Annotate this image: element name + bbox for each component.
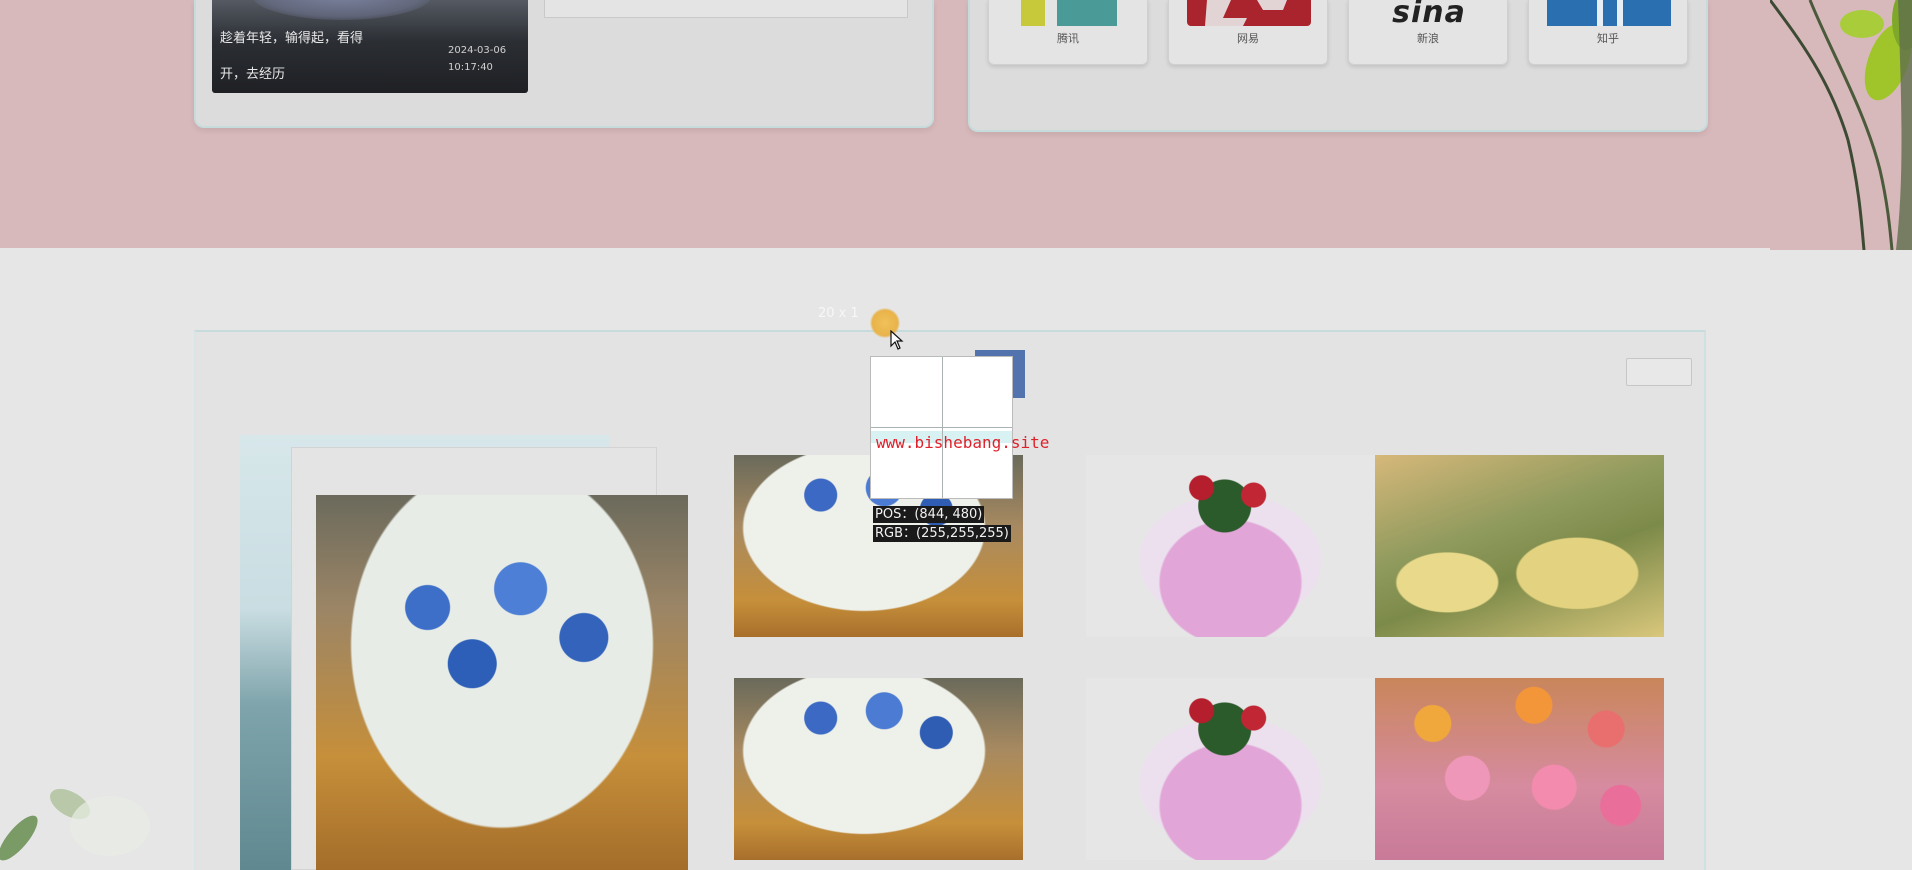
zhihu-logo-icon	[1547, 0, 1671, 26]
leaf-decoration-icon	[0, 788, 150, 861]
picker-position-readout: POS：(844, 480)	[873, 506, 985, 523]
news-card[interactable]: 趁着年轻，输得起，看得 开，去经历 2024-03-06 10:17:40	[212, 0, 528, 93]
featured-image-stack[interactable]	[240, 435, 698, 870]
partner-link-tencent[interactable]: 腾讯	[988, 0, 1148, 65]
featured-image-blue-bouquet[interactable]	[316, 495, 688, 870]
netease-mark-icon	[1205, 0, 1287, 26]
picker-rgb-readout: RGB：(255,255,255)	[873, 525, 1011, 542]
news-image	[252, 0, 432, 20]
product-thumbnail[interactable]	[1375, 678, 1664, 860]
vine-decoration-icon	[1770, 0, 1912, 250]
picker-size-label: 20 x 1	[818, 306, 859, 321]
rgb-value: (255,255,255)	[916, 526, 1009, 541]
watermark-text: www.bishebang.site	[876, 433, 1050, 452]
partner-links-panel: 腾讯 网易 sina 新浪 知乎	[968, 0, 1708, 132]
zhihu-mark-icon	[1597, 0, 1623, 26]
partner-name: 新浪	[1417, 32, 1439, 45]
netease-logo-icon	[1187, 0, 1311, 26]
news-date-day: 2024-03-06	[448, 45, 507, 56]
more-button[interactable]	[1626, 358, 1692, 386]
sina-logo-icon: sina	[1392, 0, 1466, 30]
news-panel: 趁着年轻，输得起，看得 开，去经历 2024-03-06 10:17:40	[194, 0, 934, 128]
product-thumbnail[interactable]	[1375, 455, 1664, 637]
partner-link-zhihu[interactable]: 知乎	[1528, 0, 1688, 65]
news-title[interactable]: 趁着年轻，输得起，看得 开，去经历	[220, 30, 440, 84]
pos-value: (844, 480)	[914, 507, 983, 522]
color-picker-magnifier	[870, 356, 1013, 499]
partner-name: 网易	[1237, 32, 1259, 45]
partner-link-sina[interactable]: sina 新浪	[1348, 0, 1508, 65]
news-date: 2024-03-06 10:17:40	[448, 42, 520, 76]
partner-name: 知乎	[1597, 32, 1619, 45]
partner-link-netease[interactable]: 网易	[1168, 0, 1328, 65]
pos-label: POS：	[875, 507, 915, 522]
product-thumbnail[interactable]	[1086, 455, 1375, 637]
news-list-box	[544, 0, 908, 18]
tencent-logo-icon	[1007, 0, 1131, 26]
rgb-label: RGB：	[875, 526, 917, 541]
news-title-line-1: 趁着年轻，输得起，看得	[220, 31, 364, 46]
partner-name: 腾讯	[1057, 32, 1079, 45]
news-title-line-2: 开，去经历	[220, 67, 286, 82]
product-thumbnail[interactable]	[1086, 678, 1375, 860]
product-thumbnail[interactable]	[734, 678, 1023, 860]
mouse-cursor-icon	[890, 330, 904, 350]
magnifier-crosshair-horizontal	[871, 427, 1012, 428]
news-date-time: 10:17:40	[448, 62, 493, 73]
